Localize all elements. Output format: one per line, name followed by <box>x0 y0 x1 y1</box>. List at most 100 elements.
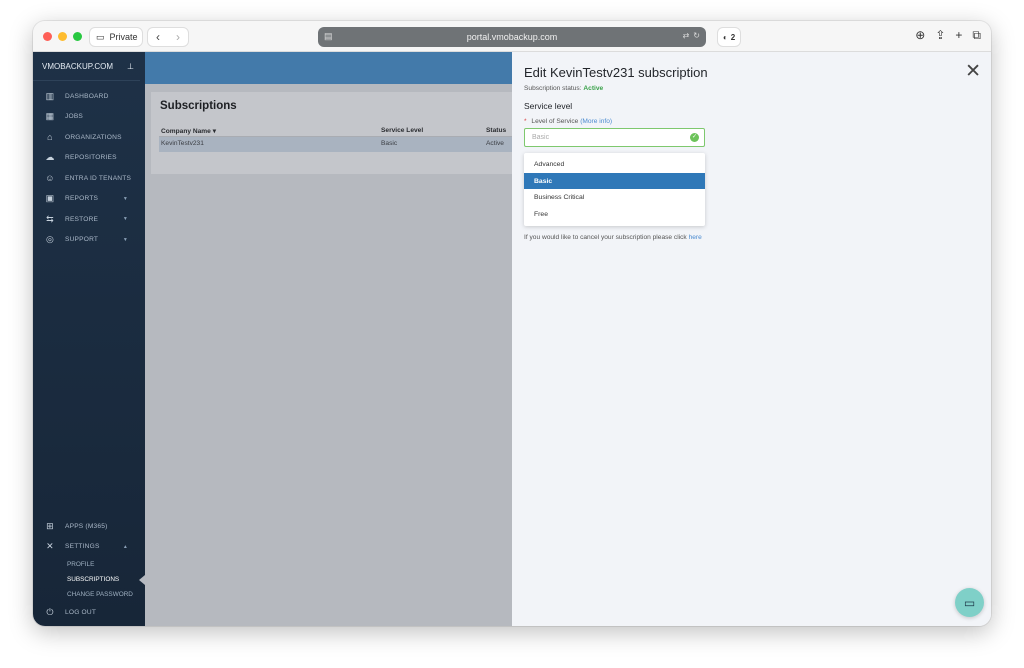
option-basic[interactable]: Basic <box>524 172 705 190</box>
chevron-up-icon: ▲ <box>122 543 128 550</box>
sidebar-subitem-subscriptions[interactable]: SUBSCRIPTIONS <box>33 572 145 587</box>
sidebar-item-label: REPORTS <box>65 195 99 203</box>
globe-icon: ◎ <box>45 234 55 245</box>
browser-toolbar: ▭ Private ‹ › ▤ portal.vmobackup.com ⇄ ↻… <box>33 21 991 52</box>
more-info-link[interactable]: (More info) <box>580 118 612 125</box>
report-icon: ▣ <box>45 193 55 204</box>
bank-icon: ⌂ <box>47 132 53 143</box>
forward-icon[interactable]: › <box>176 30 180 44</box>
column-header-service-level[interactable]: Service Level <box>381 127 423 134</box>
table-row[interactable]: KevinTestv231 Basic Active <box>159 137 512 152</box>
option-free[interactable]: Free <box>524 206 705 223</box>
sidebar-item-restore[interactable]: ⇆ RESTORE ▼ <box>33 209 145 230</box>
sidebar-item-label: JOBS <box>65 113 84 121</box>
browser-window: ▭ Private ‹ › ▤ portal.vmobackup.com ⇄ ↻… <box>33 21 991 626</box>
back-icon[interactable]: ‹ <box>156 30 160 44</box>
section-heading: Service level <box>524 101 573 111</box>
bar-chart-icon: ▥ <box>45 90 55 101</box>
share-icon[interactable]: ⇪ <box>935 28 945 43</box>
select-value: Basic <box>532 134 550 141</box>
brand: VMOBACKUP.COM ⊥ <box>33 52 140 81</box>
main-content: Subscriptions Company Name ▾ Service Lev… <box>145 52 512 626</box>
status-label: Subscription status: <box>524 85 582 92</box>
grid-icon: ⊞ <box>46 520 54 531</box>
pin-icon[interactable]: ⊥ <box>127 62 134 71</box>
check-circle-icon: ✓ <box>690 133 699 142</box>
option-advanced[interactable]: Advanced <box>524 156 705 173</box>
sidebar-subitem-profile[interactable]: PROFILE <box>33 557 145 572</box>
column-label: Company Name <box>161 128 211 135</box>
sidebar: VMOBACKUP.COM ⊥ ▥ DASHBOARD ▦ JOBS ⌂ ORG… <box>33 52 145 626</box>
sidebar-bottom-nav: ⊞ APPS (M365) ✕ SETTINGS ▲ PROFILE SUBSC… <box>33 516 145 623</box>
cancel-text: If you would like to cancel your subscri… <box>524 234 687 241</box>
user-icon: ☺ <box>45 173 55 184</box>
sidebar-item-label: SETTINGS <box>65 543 100 551</box>
cloud-icon: ☁ <box>45 152 55 163</box>
panel-title: Edit KevinTestv231 subscription <box>524 65 708 80</box>
sidebar-item-label: LOG OUT <box>65 608 97 616</box>
chevron-down-icon: ▼ <box>122 216 128 223</box>
download-icon[interactable]: ⊕ <box>915 28 925 43</box>
chevron-down-icon: ▼ <box>122 195 128 202</box>
cancel-note: If you would like to cancel your subscri… <box>524 234 702 241</box>
sidebar-item-label: DASHBOARD <box>65 92 109 100</box>
private-tab-button[interactable]: ▭ Private <box>89 27 143 47</box>
sidebar-item-label: ORGANIZATIONS <box>65 133 122 141</box>
windows-icon: ▦ <box>45 111 55 122</box>
sidebar-item-apps[interactable]: ⊞ APPS (M365) <box>33 516 145 537</box>
sidebar-subitem-label: PROFILE <box>67 561 95 568</box>
reload-icon[interactable]: ↻ <box>693 31 700 40</box>
field-label-text: Level of Service <box>531 118 579 125</box>
sidebar-item-dashboard[interactable]: ▥ DASHBOARD <box>33 86 145 107</box>
zoom-window-button[interactable] <box>73 32 82 41</box>
column-header-status[interactable]: Status <box>486 127 506 134</box>
brand-name: VMOBACKUP.COM <box>42 61 113 71</box>
sidebar-toggle-icon: ▭ <box>96 31 105 42</box>
subscriptions-card: Subscriptions Company Name ▾ Service Lev… <box>151 92 512 174</box>
sidebar-item-label: REPOSITORIES <box>65 154 117 162</box>
column-header-company[interactable]: Company Name ▾ <box>161 127 216 135</box>
sidebar-item-label: SUPPORT <box>65 236 99 244</box>
minimize-window-button[interactable] <box>58 32 67 41</box>
private-label: Private <box>109 32 138 42</box>
table-header: Company Name ▾ Service Level Status <box>159 124 512 137</box>
cancel-link[interactable]: here <box>689 234 702 241</box>
sidebar-item-label: RESTORE <box>65 215 99 223</box>
sidebar-item-support[interactable]: ◎ SUPPORT ▼ <box>33 230 145 251</box>
option-business-critical[interactable]: Business Critical <box>524 189 705 206</box>
sidebar-item-reports[interactable]: ▣ REPORTS ▼ <box>33 189 145 210</box>
extension-badge: 2 <box>730 32 736 42</box>
level-of-service-label: * Level of Service (More info) <box>524 118 612 125</box>
sidebar-subitem-label: SUBSCRIPTIONS <box>67 576 120 583</box>
sidebar-subitem-label: CHANGE PASSWORD <box>67 591 133 598</box>
extension-button[interactable]: ◐ 2 <box>717 27 741 47</box>
chat-button[interactable]: ▭ <box>955 588 984 617</box>
restore-icon: ⇆ <box>46 213 54 224</box>
sort-desc-icon: ▾ <box>212 128 216 135</box>
top-header-bar <box>145 52 512 84</box>
tools-icon: ✕ <box>46 541 54 552</box>
power-icon: ⏻ <box>46 606 54 617</box>
sidebar-nav: ▥ DASHBOARD ▦ JOBS ⌂ ORGANIZATIONS ☁ REP… <box>33 86 145 250</box>
sidebar-item-organizations[interactable]: ⌂ ORGANIZATIONS <box>33 127 145 148</box>
level-of-service-select[interactable]: Basic ✓ <box>524 128 705 147</box>
cell-status: Active <box>486 140 504 147</box>
sidebar-item-jobs[interactable]: ▦ JOBS <box>33 107 145 128</box>
page-title: Subscriptions <box>160 100 237 112</box>
sidebar-item-settings[interactable]: ✕ SETTINGS ▲ <box>33 537 145 558</box>
chat-icon: ▭ <box>963 595 976 610</box>
edit-subscription-panel: Edit KevinTestv231 subscription ✕ Subscr… <box>512 52 991 626</box>
address-bar[interactable]: ▤ portal.vmobackup.com ⇄ ↻ <box>318 27 706 47</box>
sidebar-subitem-change-password[interactable]: CHANGE PASSWORD <box>33 587 145 602</box>
subscription-status: Subscription status: Active <box>524 85 603 92</box>
close-window-button[interactable] <box>43 32 52 41</box>
translate-icon[interactable]: ⇄ <box>683 31 690 40</box>
sidebar-item-entra-id-tenants[interactable]: ☺ ENTRA ID TENANTS <box>33 168 145 189</box>
sidebar-item-repositories[interactable]: ☁ REPOSITORIES <box>33 148 145 169</box>
new-tab-icon[interactable]: + <box>955 28 962 43</box>
sidebar-item-logout[interactable]: ⏻ LOG OUT <box>33 602 145 623</box>
cell-service-level: Basic <box>381 140 398 147</box>
chevron-down-icon: ▼ <box>122 236 128 243</box>
close-icon[interactable]: ✕ <box>965 62 981 81</box>
tabs-overview-icon[interactable]: ⧉ <box>972 28 981 43</box>
